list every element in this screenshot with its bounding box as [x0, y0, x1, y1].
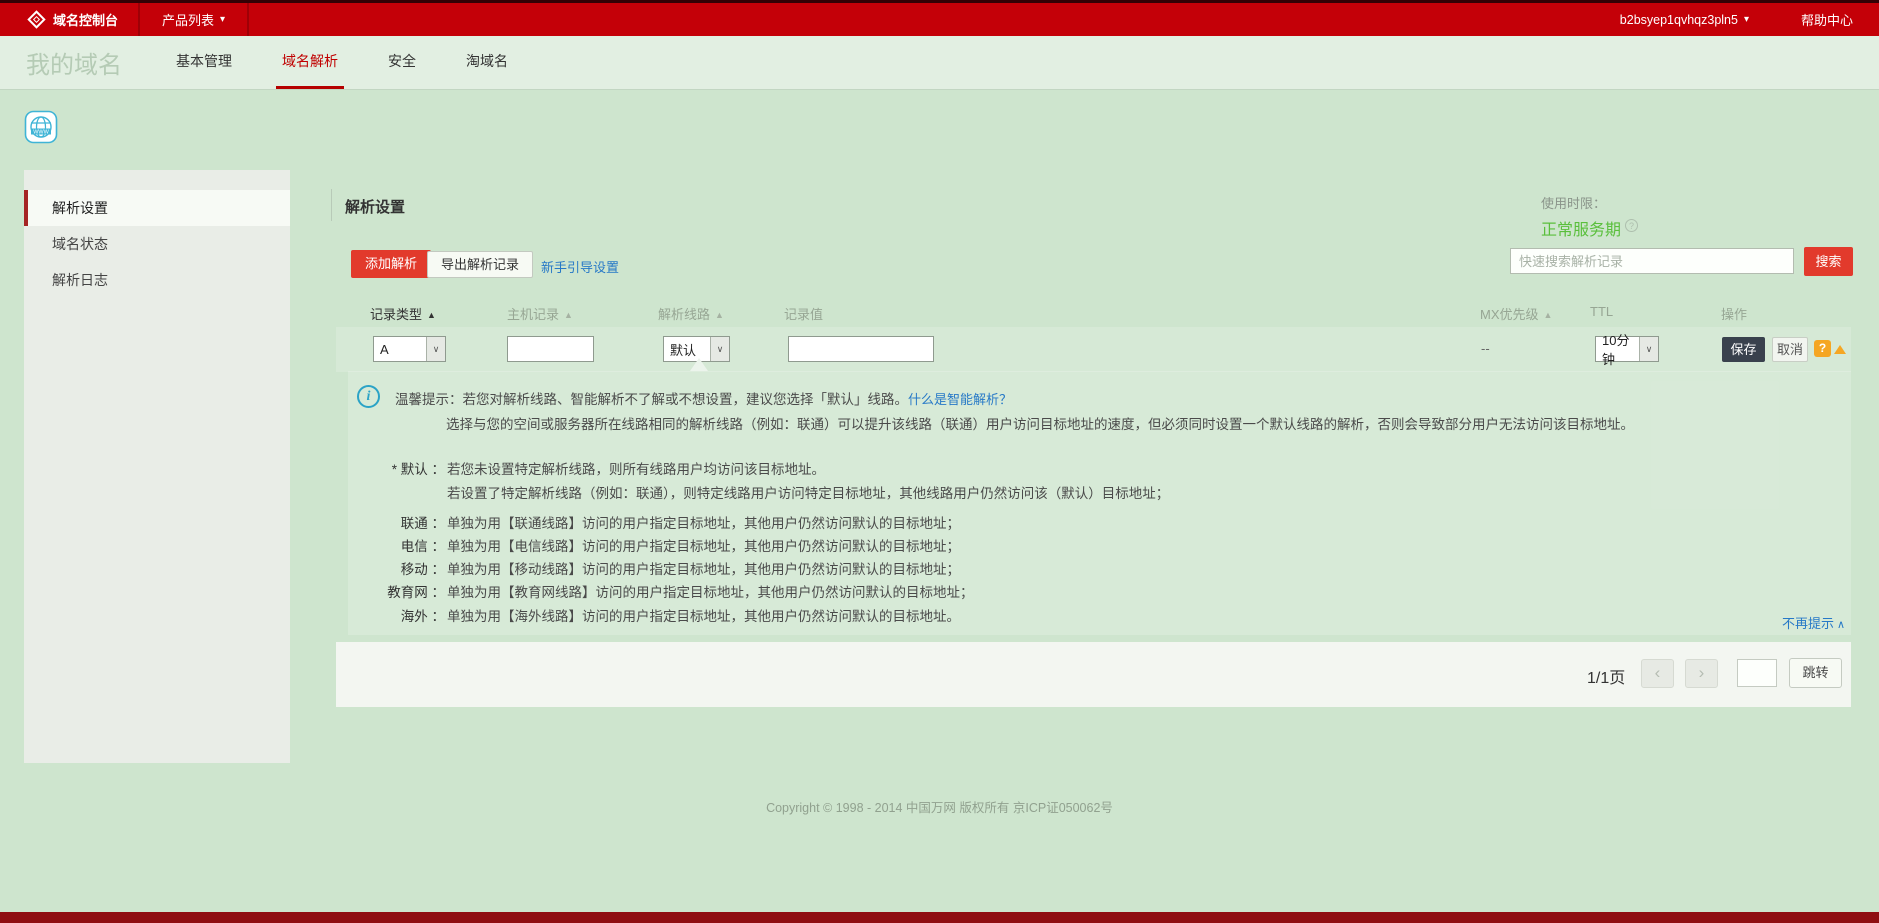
console-title: 域名控制台 — [53, 13, 119, 28]
help-center-link[interactable]: 帮助中心 — [1775, 3, 1879, 36]
add-record-button[interactable]: 添加解析 — [351, 250, 432, 278]
ttl-select[interactable]: 10分钟 ∨ — [1595, 333, 1659, 367]
topbar: 域名控制台 产品列表 ▾ b2bsyep1qvhqz3pln5 ▾ 帮助中心 — [0, 0, 1879, 36]
sort-asc-icon: ▲ — [427, 310, 436, 320]
select-arrow-icon: ∨ — [1639, 337, 1658, 361]
record-type-select[interactable]: A ∨ — [373, 336, 446, 362]
tab-basic-management[interactable]: 基本管理 — [170, 36, 238, 89]
column-header-ttl: TTL — [1590, 304, 1614, 319]
sidebar: 解析设置 域名状态 解析日志 — [24, 170, 290, 763]
wanwang-logo-icon — [27, 10, 46, 29]
sidebar-item-resolution-settings[interactable]: 解析设置 — [24, 190, 290, 226]
topbar-divider — [247, 3, 250, 36]
legend-default-line: * 默认 ：若您未设置特定解析线路，则所有线路用户均访问该目标地址。 — [391, 462, 825, 477]
record-type-value: A — [380, 341, 389, 357]
legend-mobile-line: 移动 ：单独为用【移动线路】访问的用户指定目标地址，其他用户仍然访问默认的目标地… — [400, 562, 960, 577]
my-domains-heading: 我的域名 — [26, 52, 122, 79]
tab-tao-domain[interactable]: 淘域名 — [460, 36, 514, 89]
collapse-row-icon[interactable] — [1834, 345, 1846, 354]
sort-asc-icon: ▲ — [564, 310, 573, 320]
cancel-button[interactable]: 取消 — [1772, 337, 1808, 362]
legend-edu-line: 教育网 ：单独为用【教育网线路】访问的用户指定目标地址，其他用户仍然访问默认的目… — [387, 585, 974, 600]
dismiss-tips-link[interactable]: 不再提示 ∧ — [1782, 613, 1845, 632]
select-arrow-icon: ∨ — [710, 337, 729, 361]
mx-priority-value: -- — [1481, 341, 1490, 356]
bottom-red-bar — [0, 912, 1879, 923]
record-value-input[interactable] — [788, 336, 934, 362]
column-header-actions: 操作 — [1721, 307, 1748, 322]
tip-notice-line: 温馨提示：若您对解析线路、智能解析不了解或不想设置，建议您选择「默认」线路。什么… — [395, 392, 1013, 407]
line-value: 默认 — [670, 342, 697, 358]
tab-domain-resolution[interactable]: 域名解析 — [276, 36, 344, 89]
caret-down-icon: ▾ — [220, 14, 226, 25]
section-tabbar: 我的域名 基本管理 域名解析 安全 淘域名 — [0, 36, 1879, 90]
beginner-guide-link[interactable]: 新手引导设置 — [541, 257, 619, 276]
smart-resolution-link[interactable]: 什么是智能解析？ — [908, 392, 1012, 407]
legend-overseas-line: 海外 ：单独为用【海外线路】访问的用户指定目标地址，其他用户仍然访问默认的目标地… — [400, 609, 960, 624]
info-icon: i — [357, 385, 380, 408]
service-status-text: 正常服务期? — [1541, 216, 1639, 240]
help-center-label: 帮助中心 — [1800, 13, 1853, 28]
prev-page-button[interactable]: ‹ — [1641, 659, 1674, 688]
save-button[interactable]: 保存 — [1722, 337, 1765, 362]
product-list-label: 产品列表 — [162, 13, 215, 28]
sort-asc-icon: ▲ — [1543, 310, 1553, 320]
legend-default-line2: 若设置了特定解析线路（例如：联通），则特定线路用户访问特定目标地址，其他线路用户… — [447, 486, 1170, 501]
usage-limit-label: 使用时限： — [1541, 196, 1607, 211]
user-account-menu[interactable]: b2bsyep1qvhqz3pln5 ▾ — [1594, 3, 1775, 36]
legend-telecom-line: 电信 ：单独为用【电信线路】访问的用户指定目标地址，其他用户仍然访问默认的目标地… — [400, 539, 960, 554]
sidebar-item-resolution-log[interactable]: 解析日志 — [24, 262, 290, 298]
domain-header: WWW qqvop.com 使用时限： 正常服务期? — [0, 90, 1879, 239]
next-page-button[interactable]: › — [1685, 659, 1718, 688]
console-home-link[interactable]: 域名控制台 — [0, 3, 138, 36]
tip-notice-label: 温馨提示： — [395, 392, 463, 407]
search-button[interactable]: 搜索 — [1804, 247, 1853, 276]
column-header-host-record[interactable]: 主机记录 ▲ — [507, 304, 573, 323]
page-title: 解析设置 — [330, 189, 405, 221]
column-header-mx-priority[interactable]: MX优先级 ▲ — [1480, 304, 1552, 323]
search-input[interactable] — [1510, 248, 1794, 274]
column-header-line[interactable]: 解析线路 ▲ — [658, 304, 724, 323]
host-record-input[interactable] — [507, 336, 594, 362]
sidebar-item-domain-status[interactable]: 域名状态 — [24, 226, 290, 262]
sort-asc-icon: ▲ — [715, 310, 724, 320]
svg-text:WWW: WWW — [33, 130, 49, 136]
row-help-icon[interactable]: ? — [1814, 340, 1831, 357]
caret-down-icon: ▾ — [1743, 14, 1749, 25]
column-header-record-value: 记录值 — [784, 307, 824, 322]
username-label: b2bsyep1qvhqz3pln5 — [1619, 12, 1738, 27]
ttl-value: 10分钟 — [1602, 333, 1630, 367]
product-list-menu[interactable]: 产品列表 ▾ — [140, 3, 247, 36]
status-help-icon[interactable]: ? — [1625, 218, 1639, 232]
tab-security[interactable]: 安全 — [382, 36, 422, 89]
tip-pointer-icon — [690, 358, 708, 371]
domain-console-page: 域名控制台 产品列表 ▾ b2bsyep1qvhqz3pln5 ▾ 帮助中心 我… — [0, 0, 1879, 923]
jump-button[interactable]: 跳转 — [1789, 658, 1842, 688]
jump-page-input[interactable] — [1737, 659, 1777, 687]
page-info: 1/1页 — [1587, 670, 1626, 687]
column-header-record-type[interactable]: 记录类型 ▲ — [370, 304, 436, 323]
tip-notice-line2: 选择与您的空间或服务器所在线路相同的解析线路（例如：联通）可以提升该线路（联通）… — [446, 417, 1634, 432]
legend-unicom-line: 联通 ：单独为用【联通线路】访问的用户指定目标地址，其他用户仍然访问默认的目标地… — [400, 516, 960, 531]
collapse-icon: ∧ — [1837, 619, 1846, 631]
globe-icon: WWW — [24, 110, 58, 144]
export-records-button[interactable]: 导出解析记录 — [427, 251, 534, 278]
copyright-text: Copyright © 1998 - 2014 中国万网 版权所有 京ICP证0… — [766, 801, 1113, 815]
select-arrow-icon: ∨ — [426, 337, 445, 361]
